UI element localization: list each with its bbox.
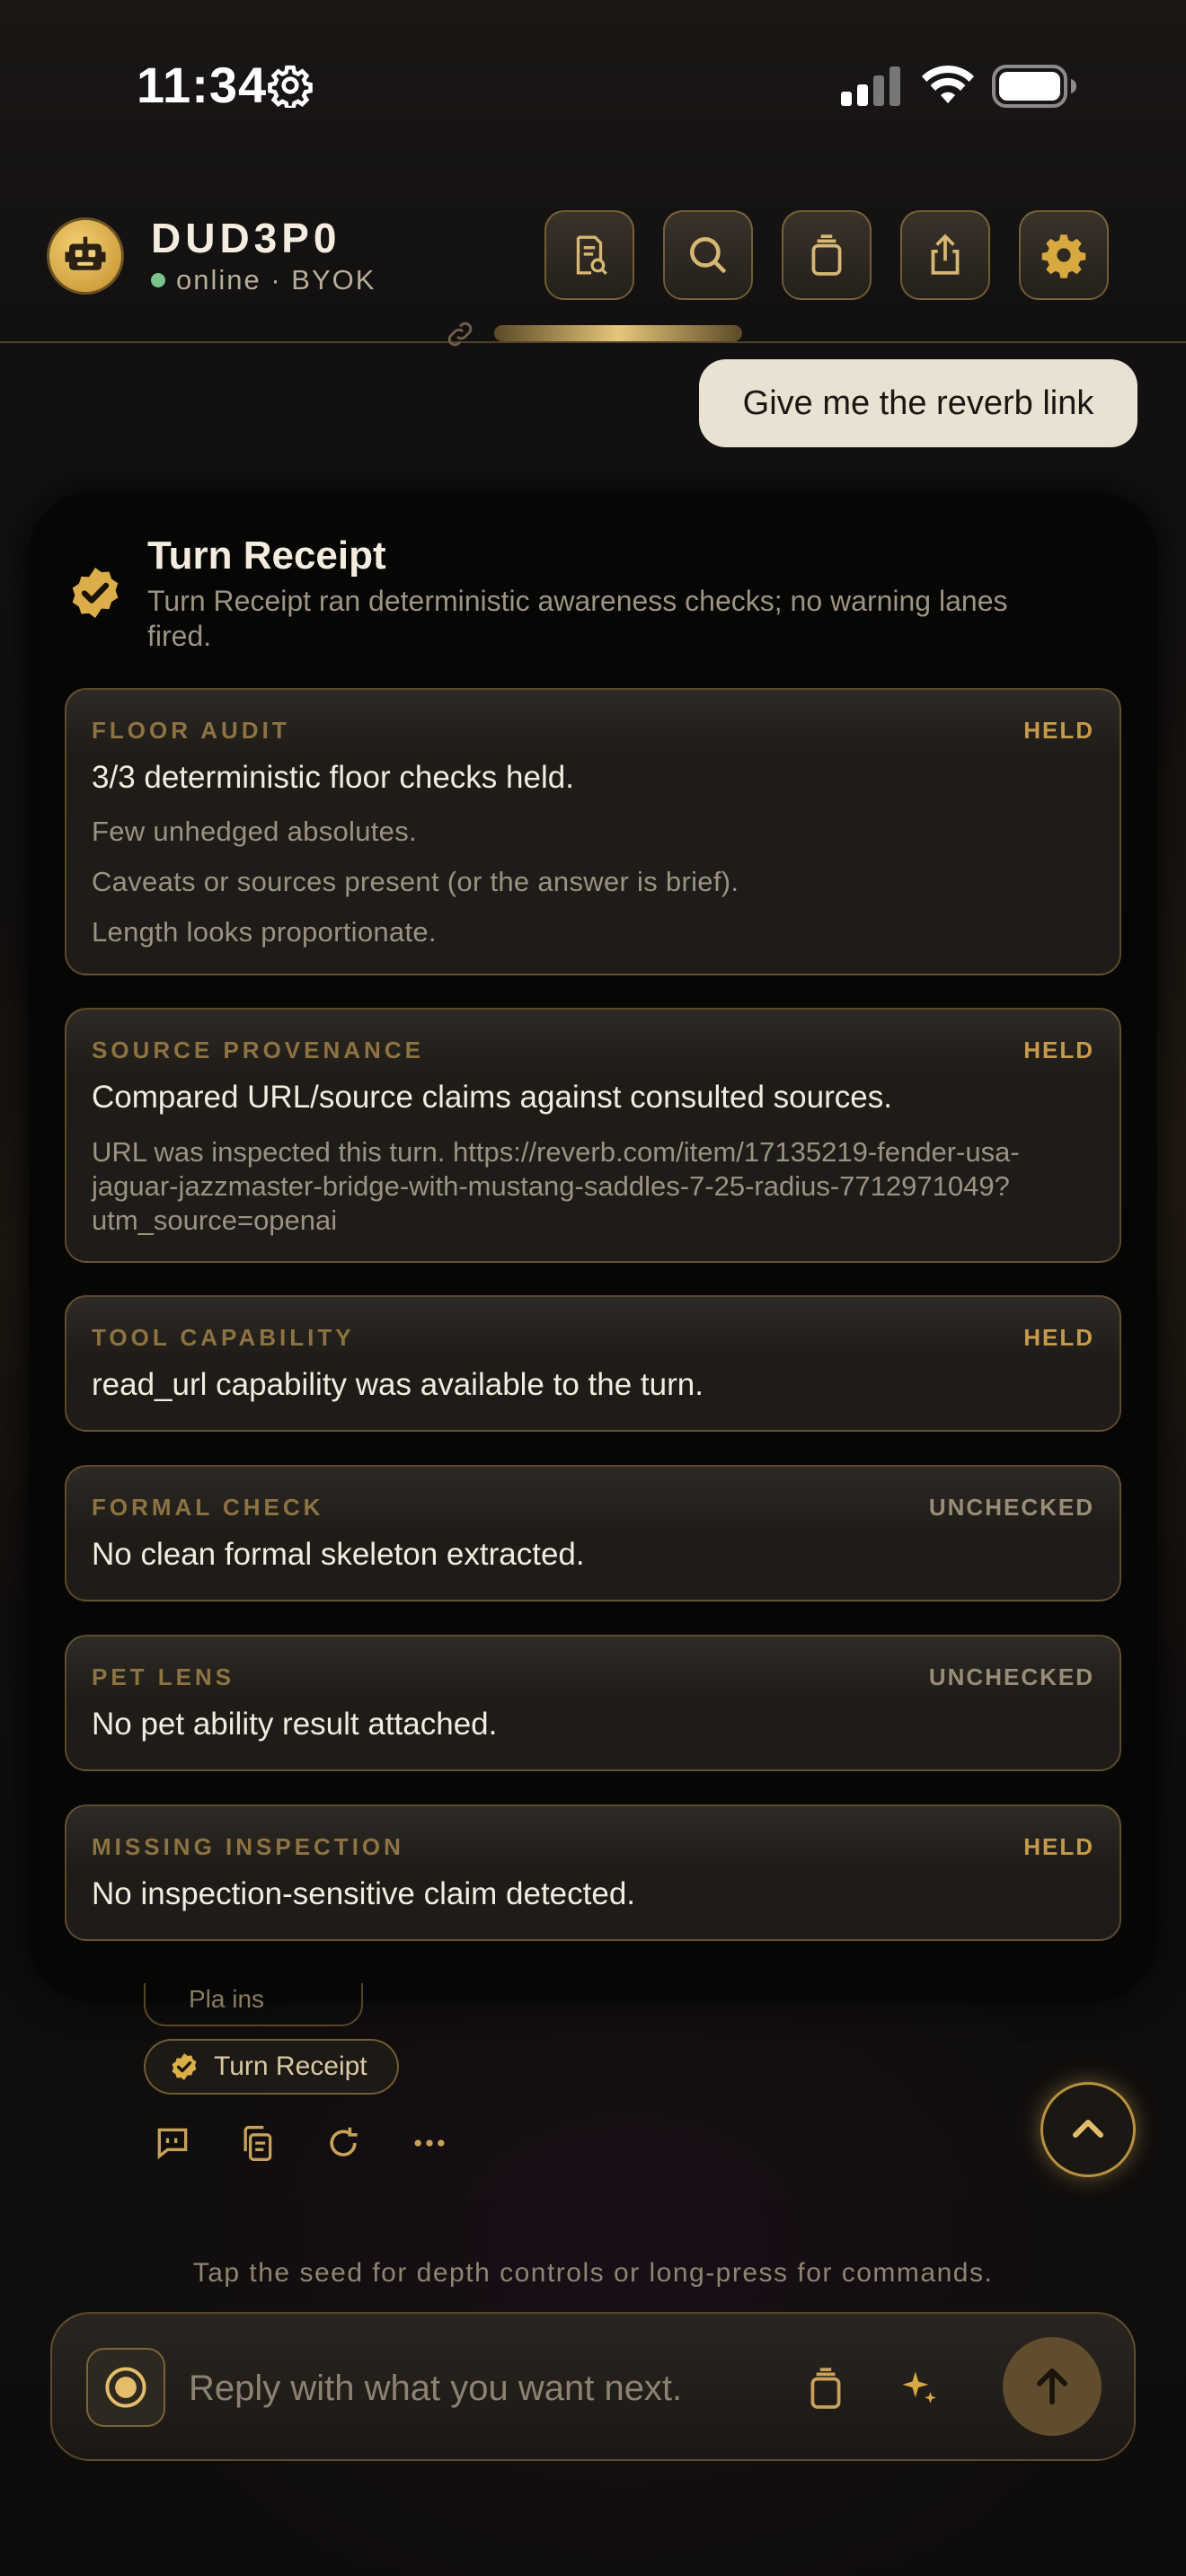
card-label: PET LENS <box>92 1663 235 1690</box>
seed-button[interactable] <box>86 2348 165 2427</box>
status-bar: 11:34 <box>0 0 1186 171</box>
card-headline: No pet ability result attached. <box>92 1707 498 1742</box>
verified-badge-icon <box>72 568 119 618</box>
robot-icon <box>65 236 106 270</box>
gear-icon <box>268 65 313 108</box>
sparkle-icon[interactable] <box>897 2366 942 2411</box>
bot-name: DUD3P0 <box>151 215 341 261</box>
bot-status-text: online · BYOK <box>176 264 376 296</box>
wifi-icon <box>922 65 974 103</box>
partial-chip-label: Pla ins <box>189 1985 265 2013</box>
card-label: SOURCE PROVENANCE <box>92 1037 424 1063</box>
receipt-card-formal-check: FORMAL CHECK UNCHECKED No clean formal s… <box>65 1465 1121 1601</box>
scroll-to-top-button[interactable] <box>1040 2082 1136 2177</box>
card-status: HELD <box>1023 1324 1094 1351</box>
arrow-up-icon <box>1037 2368 1067 2405</box>
share-icon <box>931 234 960 275</box>
send-button[interactable] <box>1003 2337 1102 2436</box>
card-url-detail: URL was inspected this turn. https://rev… <box>92 1136 1020 1236</box>
bot-status: online · BYOK <box>151 264 376 296</box>
search-button[interactable] <box>663 210 753 300</box>
copy-icon[interactable] <box>237 2123 277 2163</box>
settings-icon <box>1041 234 1086 278</box>
document-search-button[interactable] <box>544 210 634 300</box>
card-status: HELD <box>1023 717 1094 744</box>
card-status: HELD <box>1023 1037 1094 1063</box>
chevron-up-icon <box>1073 2120 1103 2138</box>
sheet-subtitle: Turn Receipt ran deterministic awareness… <box>147 585 1008 652</box>
receipt-card-pet-lens: PET LENS UNCHECKED No pet ability result… <box>65 1635 1121 1771</box>
composer <box>50 2312 1136 2461</box>
document-search-icon <box>576 235 607 276</box>
receipt-card-missing-inspection: MISSING INSPECTION HELD No inspection-se… <box>65 1804 1121 1941</box>
card-label: MISSING INSPECTION <box>92 1833 404 1860</box>
stack-icon <box>811 234 842 276</box>
online-dot <box>151 273 165 287</box>
card-status: UNCHECKED <box>928 1494 1094 1521</box>
card-label: FLOOR AUDIT <box>92 717 290 744</box>
turn-receipt-sheet: Turn Receipt Turn Receipt ran determinis… <box>29 492 1157 2001</box>
verified-badge-icon <box>172 2053 197 2080</box>
card-detail-line: Length looks proportionate. <box>92 916 437 948</box>
card-headline: 3/3 deterministic floor checks held. <box>92 760 574 795</box>
card-detail-line: Few unhedged absolutes. <box>92 816 417 847</box>
timeline-scrubber[interactable] <box>494 325 742 341</box>
reply-input[interactable] <box>189 2359 764 2418</box>
regenerate-icon[interactable] <box>323 2123 363 2163</box>
signal-icon <box>841 66 900 106</box>
search-icon <box>690 237 727 274</box>
card-headline: No inspection-sensitive claim detected. <box>92 1876 636 1911</box>
user-message-bubble: Give me the reverb link <box>699 359 1137 447</box>
settings-button[interactable] <box>1019 210 1109 300</box>
card-headline: No clean formal skeleton extracted. <box>92 1537 585 1572</box>
share-button[interactable] <box>900 210 990 300</box>
turn-receipt-chip-label: Turn Receipt <box>214 2051 367 2081</box>
partial-chip[interactable]: Pla ins <box>144 1983 363 2026</box>
status-time: 11:34 <box>137 57 268 113</box>
more-icon[interactable] <box>410 2123 449 2163</box>
card-headline: Compared URL/source claims against consu… <box>92 1080 892 1115</box>
user-message-text: Give me the reverb link <box>742 384 1094 422</box>
composer-hint: Tap the seed for depth controls or long-… <box>192 2258 994 2288</box>
seed-icon <box>105 2367 146 2408</box>
card-label: FORMAL CHECK <box>92 1494 324 1521</box>
card-status: HELD <box>1023 1833 1094 1860</box>
stack-icon[interactable] <box>803 2366 848 2411</box>
card-detail-line: Caveats or sources present (or the answe… <box>92 866 739 897</box>
chat-header: DUD3P0 online · BYOK <box>0 171 1186 347</box>
receipt-card-source-provenance: SOURCE PROVENANCE HELD Compared URL/sour… <box>65 1008 1121 1263</box>
receipt-card-floor-audit: FLOOR AUDIT HELD 3/3 deterministic floor… <box>65 688 1121 975</box>
turn-receipt-chip[interactable]: Turn Receipt <box>144 2039 399 2095</box>
card-status: UNCHECKED <box>928 1663 1094 1690</box>
card-headline: read_url capability was available to the… <box>92 1367 704 1402</box>
quote-icon[interactable] <box>153 2123 192 2163</box>
card-label: TOOL CAPABILITY <box>92 1324 355 1351</box>
receipt-card-tool-capability: TOOL CAPABILITY HELD read_url capability… <box>65 1295 1121 1432</box>
sheet-title: Turn Receipt <box>147 534 386 578</box>
link-icon <box>447 322 473 347</box>
stack-button[interactable] <box>782 210 872 300</box>
battery-icon <box>992 65 1076 108</box>
bot-avatar[interactable] <box>47 217 124 295</box>
